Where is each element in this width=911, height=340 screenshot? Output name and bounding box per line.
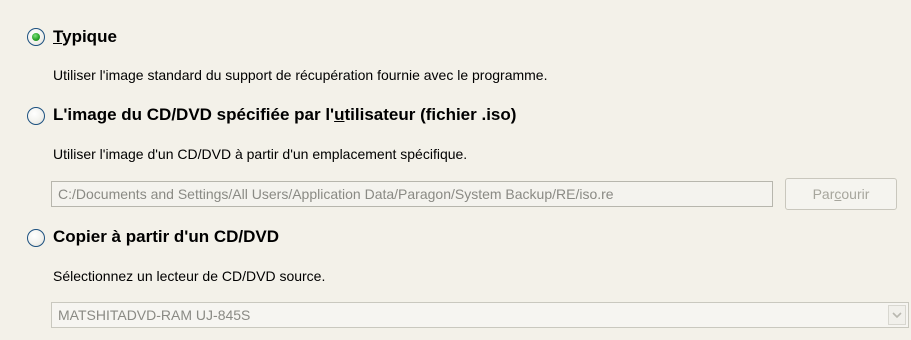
- iso-path-input[interactable]: C:/Documents and Settings/All Users/Appl…: [51, 181, 773, 207]
- option-copy-cd-description: Sélectionnez un lecteur de CD/DVD source…: [53, 268, 326, 284]
- radio-typique[interactable]: [27, 28, 45, 46]
- chevron-down-icon[interactable]: [888, 305, 906, 325]
- radio-selected-dot: [32, 33, 40, 41]
- browse-button[interactable]: Par c ourir: [785, 178, 897, 210]
- option-typique-description: Utiliser l'image standard du support de …: [53, 67, 548, 83]
- radio-iso-image[interactable]: [27, 107, 45, 125]
- option-copy-cd-label[interactable]: Copier à partir d'un CD/DVD: [53, 227, 279, 247]
- option-iso-image-label[interactable]: L'image du CD/DVD spécifiée par l'utilis…: [53, 105, 516, 125]
- drive-select[interactable]: MATSHITADVD-RAM UJ-845S: [51, 302, 909, 328]
- option-typique-label[interactable]: Typique: [53, 27, 117, 47]
- radio-copy-cd[interactable]: [27, 229, 45, 247]
- drive-select-value: MATSHITADVD-RAM UJ-845S: [58, 307, 251, 323]
- option-iso-image-description: Utiliser l'image d'un CD/DVD à partir d'…: [53, 146, 468, 162]
